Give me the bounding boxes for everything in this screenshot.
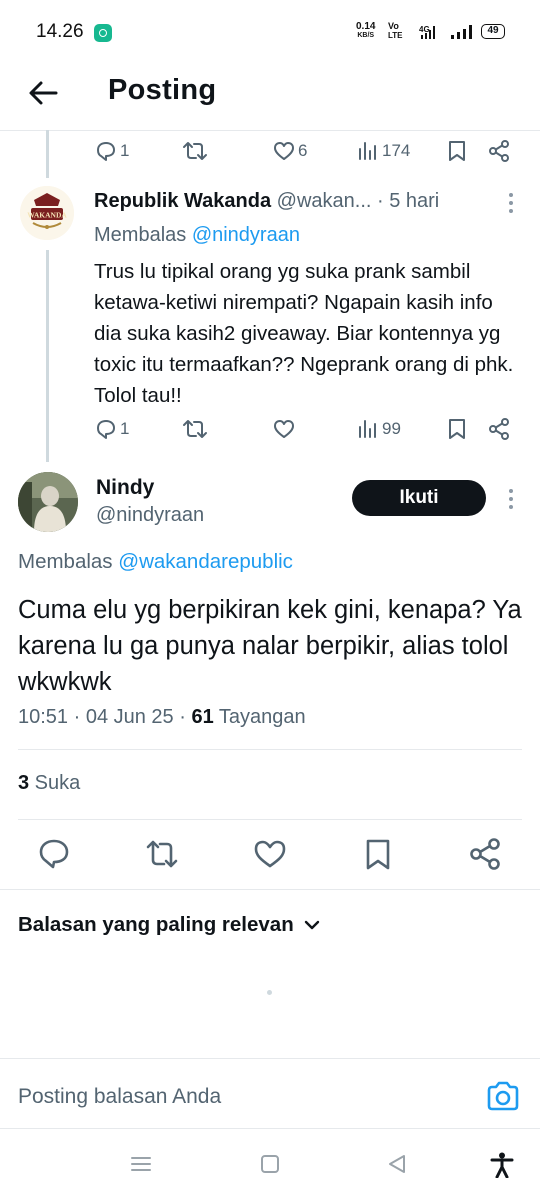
navbar-divider xyxy=(0,1128,540,1129)
reply-timestamp: · 5 hari xyxy=(377,190,440,212)
main-repost-button[interactable] xyxy=(144,836,180,872)
battery-indicator: 49 xyxy=(481,24,505,39)
parent-reply-count: 1 xyxy=(120,141,130,160)
header-divider xyxy=(0,130,540,131)
reply-bookmark-button[interactable] xyxy=(446,414,468,444)
volte-indicator: Vo LTE xyxy=(388,21,403,41)
reply-post[interactable]: WAKANDA Republik Wakanda @wakan... · 5 h… xyxy=(0,182,540,452)
network-speed-value: 0.14 xyxy=(356,21,376,32)
avatar-nindy[interactable] xyxy=(18,472,78,532)
reply-share-button[interactable] xyxy=(487,414,511,444)
reply-text: Trus lu tipikal orang yg suka prank samb… xyxy=(94,260,514,407)
reply-reply-count: 1 xyxy=(120,419,130,438)
reply-icon xyxy=(97,420,115,439)
avatar-republik-wakanda[interactable]: WAKANDA xyxy=(20,186,74,240)
parent-bookmark-button[interactable] xyxy=(446,136,468,166)
reply-more-icon[interactable] xyxy=(508,192,514,214)
repost-icon xyxy=(183,420,207,438)
status-time: 14.26 xyxy=(36,21,84,42)
accessibility-icon[interactable] xyxy=(490,1152,514,1178)
reply-mention-link[interactable]: @nindyraan xyxy=(192,224,300,246)
heart-icon xyxy=(274,142,294,160)
reply-input[interactable]: Posting balasan Anda xyxy=(18,1085,221,1109)
likes-count: 3 xyxy=(18,772,30,794)
main-like-button[interactable] xyxy=(252,836,288,872)
reply-reply-button[interactable]: 1 xyxy=(94,414,129,444)
page-title: Posting xyxy=(108,74,217,106)
reply-replying-prefix: Membalas xyxy=(94,224,192,246)
main-post-time[interactable]: 10:51 · 04 Jun 25 · xyxy=(18,706,191,728)
follow-button[interactable]: Ikuti xyxy=(352,480,486,516)
network-speed: 0.14 KB/S xyxy=(356,22,375,40)
main-reply-button[interactable] xyxy=(36,836,72,872)
main-replying-prefix: Membalas xyxy=(18,550,119,573)
reply-actions: 1 99 xyxy=(0,414,540,444)
volte-top: Vo xyxy=(388,21,399,31)
parent-reply-button[interactable]: 1 xyxy=(94,136,129,166)
reply-like-button[interactable] xyxy=(272,414,298,444)
chevron-down-icon xyxy=(304,920,319,930)
share-icon xyxy=(489,140,509,162)
reply-composer[interactable]: Posting balasan Anda xyxy=(0,1059,540,1129)
main-author-handle[interactable]: @nindyraan xyxy=(96,504,204,527)
main-more-icon[interactable] xyxy=(508,488,514,510)
reply-repost-button[interactable] xyxy=(182,414,208,444)
actions-divider xyxy=(0,889,540,890)
back-arrow-icon[interactable] xyxy=(26,76,60,110)
views-icon xyxy=(359,420,376,438)
parent-views-count: 174 xyxy=(382,141,411,160)
likes-label: Suka xyxy=(29,772,81,794)
replies-sort-dropdown[interactable]: Balasan yang paling relevan xyxy=(18,913,320,937)
main-author-name[interactable]: Nindy xyxy=(96,476,154,500)
repost-icon xyxy=(183,142,207,160)
svg-text:4G: 4G xyxy=(419,25,430,34)
status-bar: 14.26 0.14 KB/S Vo LTE 4G 49 xyxy=(0,0,540,64)
parent-like-button[interactable]: 6 xyxy=(272,136,307,166)
wakanda-crest-text: WAKANDA xyxy=(27,211,67,220)
main-share-button[interactable] xyxy=(467,836,503,872)
main-views-label: Tayangan xyxy=(213,706,306,728)
views-icon xyxy=(359,142,376,160)
menu-icon[interactable] xyxy=(130,1154,152,1174)
network-speed-unit: KB/S xyxy=(357,32,375,39)
replies-sort-label: Balasan yang paling relevan xyxy=(18,913,294,936)
likes-summary[interactable]: 3 Suka xyxy=(18,772,80,795)
signal-bars-icon xyxy=(451,25,472,39)
parent-post-actions: 1 6 174 xyxy=(0,136,540,166)
likes-divider xyxy=(18,819,522,820)
reply-author-name[interactable]: Republik Wakanda xyxy=(94,190,271,212)
wakanda-crest-icon: WAKANDA xyxy=(20,186,74,240)
bookmark-icon xyxy=(449,419,465,439)
bookmark-icon xyxy=(449,141,465,161)
back-nav-icon[interactable] xyxy=(386,1154,408,1174)
volte-bottom: LTE xyxy=(388,31,403,40)
signal-4g-icon: 4G xyxy=(419,25,435,39)
app-notification-icon xyxy=(94,24,112,42)
top-bar: Posting xyxy=(0,64,540,130)
parent-views[interactable]: 174 xyxy=(356,136,410,166)
main-bookmark-button[interactable] xyxy=(360,836,396,872)
main-replying-to: Membalas @wakandarepublic xyxy=(18,550,293,574)
main-views-count: 61 xyxy=(191,706,214,728)
reply-replying-to: Membalas @nindyraan xyxy=(94,224,300,247)
parent-share-button[interactable] xyxy=(487,136,511,166)
main-mention-link[interactable]: @wakandarepublic xyxy=(118,550,293,573)
main-post-text: Cuma elu yg berpikiran kek gini, kenapa?… xyxy=(18,596,522,696)
main-post-meta: 10:51 · 04 Jun 25 · 61 Tayangan xyxy=(18,706,306,729)
system-nav-bar xyxy=(0,1130,540,1200)
home-icon[interactable] xyxy=(260,1154,280,1174)
reply-author-handle[interactable]: @wakan... xyxy=(277,190,372,212)
camera-icon[interactable] xyxy=(486,1081,520,1111)
reply-header: Republik Wakanda @wakan... · 5 hari xyxy=(94,190,439,213)
reply-views[interactable]: 99 xyxy=(356,414,401,444)
parent-like-count: 6 xyxy=(298,141,308,160)
share-icon xyxy=(489,418,509,440)
reply-icon xyxy=(97,142,115,161)
heart-icon xyxy=(274,420,294,438)
profile-photo-icon xyxy=(18,472,78,532)
loading-indicator xyxy=(267,990,272,995)
parent-repost-button[interactable] xyxy=(182,136,208,166)
meta-divider xyxy=(18,749,522,750)
reply-views-count: 99 xyxy=(382,419,401,438)
